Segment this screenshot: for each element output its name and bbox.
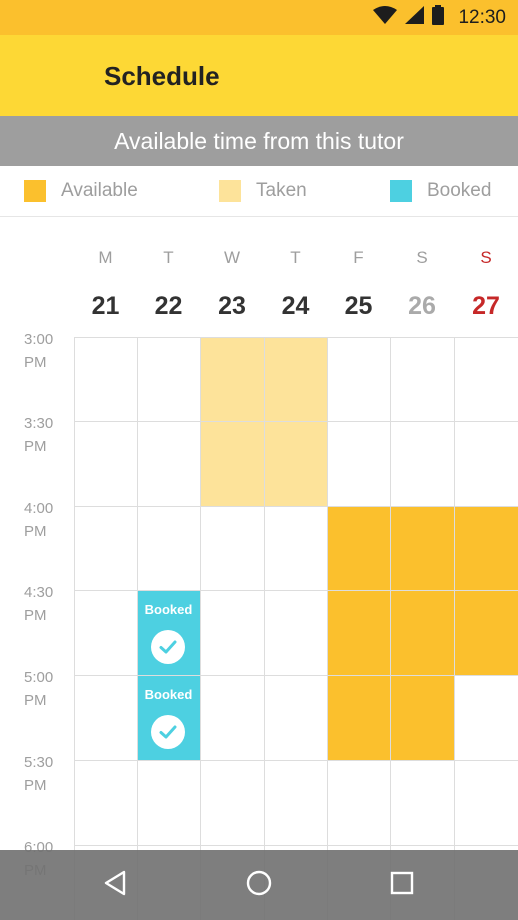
schedule-grid: Booked Booked xyxy=(74,337,518,920)
grid-row-line xyxy=(74,421,518,422)
legend-item-available: Available xyxy=(24,166,138,216)
legend-item-taken: Taken xyxy=(219,166,307,216)
day-date[interactable]: 24 xyxy=(264,292,328,321)
available-slot[interactable] xyxy=(390,506,454,591)
legend-label-taken: Taken xyxy=(256,180,307,201)
grid-column-line xyxy=(200,337,201,920)
booked-swatch xyxy=(390,180,412,202)
grid-row-line xyxy=(74,760,518,761)
taken-slot xyxy=(200,337,264,422)
grid-row-line xyxy=(74,590,518,591)
booked-label: Booked xyxy=(144,602,193,617)
taken-slot xyxy=(200,421,264,506)
day-letter: S xyxy=(416,248,428,267)
time-label: 4:30 PM xyxy=(0,581,82,627)
taken-swatch xyxy=(219,180,241,202)
status-bar: 12:30 xyxy=(0,0,518,35)
available-slot[interactable] xyxy=(454,506,518,591)
grid-column-line xyxy=(390,337,391,920)
grid-column-line xyxy=(264,337,265,920)
day-letter: F xyxy=(353,248,364,267)
grid-column-line xyxy=(327,337,328,920)
day-date[interactable]: 21 xyxy=(74,292,138,321)
wifi-icon xyxy=(373,6,398,29)
check-icon xyxy=(151,715,185,749)
time-label: 5:00 PM xyxy=(0,666,82,712)
available-slot[interactable] xyxy=(327,506,390,591)
day-letter: T xyxy=(163,248,174,267)
booked-slot[interactable]: Booked xyxy=(137,590,200,675)
booked-label: Booked xyxy=(144,687,193,702)
back-icon xyxy=(102,870,128,901)
time-label: 4:00 PM xyxy=(0,497,82,543)
home-button[interactable] xyxy=(219,850,299,920)
day-date[interactable]: 26 xyxy=(390,292,454,321)
available-slot[interactable] xyxy=(454,590,518,675)
recents-icon xyxy=(390,871,414,900)
legend-divider xyxy=(0,216,518,217)
legend-label-available: Available xyxy=(61,180,138,201)
available-slot[interactable] xyxy=(390,590,454,675)
availability-banner: Available time from this tutor xyxy=(0,116,518,166)
available-slot[interactable] xyxy=(327,675,390,760)
recents-button[interactable] xyxy=(362,850,442,920)
day-letter: W xyxy=(223,248,241,267)
day-letter: S xyxy=(480,248,492,267)
available-slot[interactable] xyxy=(390,675,454,760)
status-time: 12:30 xyxy=(458,6,506,28)
check-icon xyxy=(151,630,185,664)
day-letter: T xyxy=(290,248,301,267)
taken-slot xyxy=(264,421,327,506)
taken-slot xyxy=(264,337,327,422)
nav-bar xyxy=(0,850,518,920)
available-slot[interactable] xyxy=(327,590,390,675)
legend: Available Taken Booked xyxy=(0,166,518,216)
grid-row-line xyxy=(74,845,518,846)
time-label: 5:30 PM xyxy=(0,751,82,797)
banner-text: Available time from this tutor xyxy=(114,128,404,154)
grid-row-line xyxy=(74,506,518,507)
app-bar: Schedule xyxy=(0,35,518,116)
grid-column-line xyxy=(137,337,138,920)
grid-column-line xyxy=(454,337,455,920)
page-title: Schedule xyxy=(104,61,220,91)
day-date[interactable]: 25 xyxy=(327,292,391,321)
day-letter: M xyxy=(98,248,113,267)
legend-label-booked: Booked xyxy=(427,180,492,201)
day-date[interactable]: 23 xyxy=(200,292,264,321)
day-date[interactable]: 27 xyxy=(454,292,518,321)
status-icons: 12:30 xyxy=(373,0,506,35)
grid-row-line xyxy=(74,675,518,676)
available-swatch xyxy=(24,180,46,202)
grid-row-line xyxy=(74,337,518,338)
time-label: 3:00 PM xyxy=(0,328,82,374)
home-icon xyxy=(245,869,273,902)
booked-slot[interactable]: Booked xyxy=(137,675,200,760)
cell-signal-icon xyxy=(405,6,425,29)
day-date[interactable]: 22 xyxy=(137,292,201,321)
back-button[interactable] xyxy=(75,850,155,920)
time-label: 3:30 PM xyxy=(0,412,82,458)
battery-icon xyxy=(432,5,445,30)
grid-column-line xyxy=(74,337,75,920)
legend-item-booked: Booked xyxy=(390,166,491,216)
